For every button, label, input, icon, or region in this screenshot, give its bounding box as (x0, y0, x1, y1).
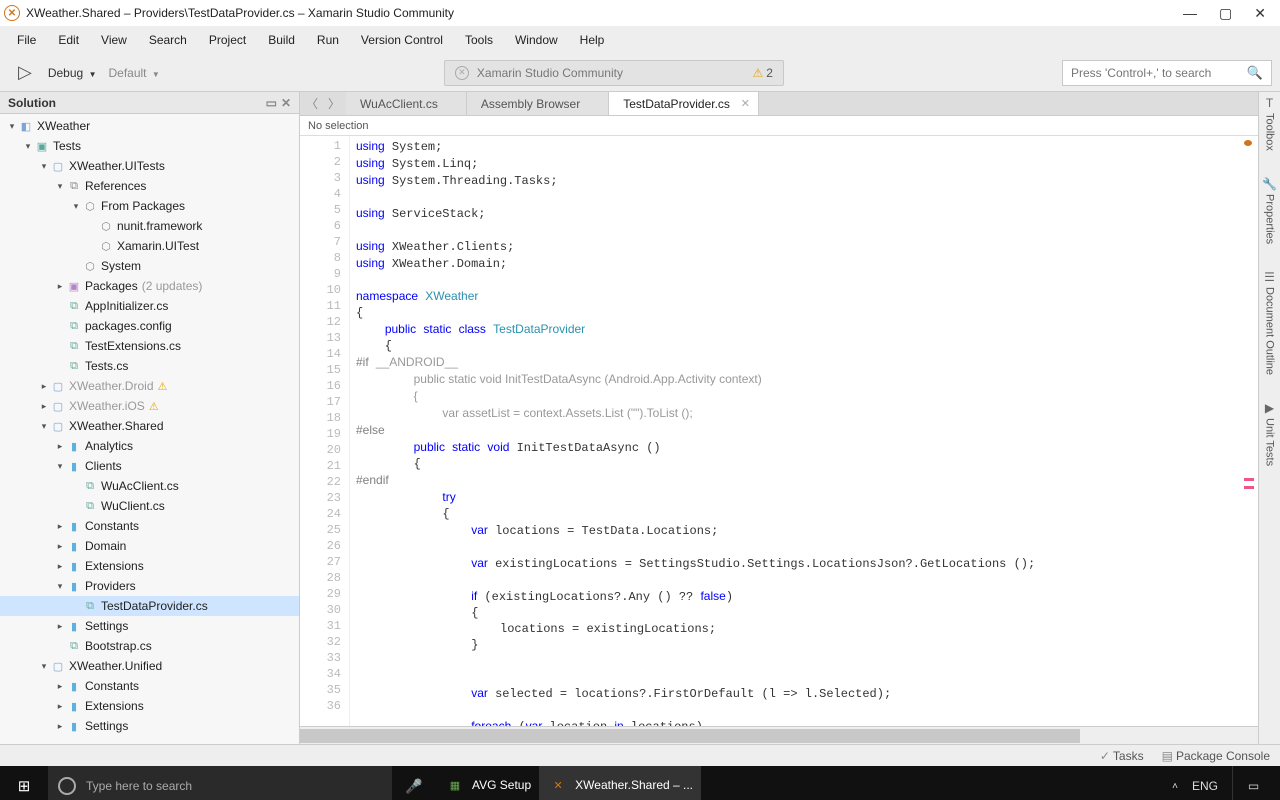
tree-node[interactable]: ▾▢XWeather.Shared (0, 416, 299, 436)
pane-close-icon[interactable]: ✕ (281, 96, 291, 110)
tree-node[interactable]: ⬡nunit.framework (0, 216, 299, 236)
tree-node[interactable]: ▸▮Extensions (0, 696, 299, 716)
tree-node[interactable]: ⧉WuClient.cs (0, 496, 299, 516)
menu-run[interactable]: Run (308, 30, 348, 50)
tree-node[interactable]: ⬡Xamarin.UITest (0, 236, 299, 256)
menu-view[interactable]: View (92, 30, 136, 50)
tree-node[interactable]: ▸▮Constants (0, 516, 299, 536)
tree-node[interactable]: ⧉TestExtensions.cs (0, 336, 299, 356)
close-button[interactable]: ✕ (1254, 5, 1266, 22)
minimize-button[interactable]: — (1183, 5, 1197, 22)
toolbar: ▷ Debug ▼ Default ▼ ✕ Xamarin Studio Com… (0, 54, 1280, 92)
tree-node[interactable]: ⧉AppInitializer.cs (0, 296, 299, 316)
menu-window[interactable]: Window (506, 30, 567, 50)
window-title: XWeather.Shared – Providers\TestDataProv… (26, 6, 454, 20)
cortana-icon (58, 777, 76, 795)
statusbar: ✓Tasks ▤Package Console (0, 744, 1280, 766)
taskbar-item[interactable]: ✕XWeather.Shared – ... (539, 766, 701, 800)
editor-area: 〈 〉 WuAcClient.csAssembly BrowserTestDat… (300, 92, 1280, 744)
lang-indicator[interactable]: ENG (1192, 779, 1218, 793)
warning-icon: ⚠ (752, 66, 763, 80)
tree-node[interactable]: ▾▢XWeather.Unified (0, 656, 299, 676)
solution-header: Solution ▭✕ (0, 92, 299, 114)
menu-help[interactable]: Help (571, 30, 614, 50)
tree-node[interactable]: ▾◧XWeather (0, 116, 299, 136)
tree-node[interactable]: ▾⧉References (0, 176, 299, 196)
solution-tree[interactable]: ▾◧XWeather▾▣Tests▾▢XWeather.UITests▾⧉Ref… (0, 114, 299, 744)
target-dropdown[interactable]: Default ▼ (102, 63, 165, 83)
line-gutter: 1234567891011121314151617181920212223242… (300, 136, 350, 726)
breadcrumb[interactable]: No selection (300, 116, 1280, 136)
tree-node[interactable]: ▾▢XWeather.UITests (0, 156, 299, 176)
tree-node[interactable]: ▾⬡From Packages (0, 196, 299, 216)
menu-version-control[interactable]: Version Control (352, 30, 452, 50)
tree-node[interactable]: ⧉WuAcClient.cs (0, 476, 299, 496)
tree-node[interactable]: ▸▢XWeather.iOS⚠ (0, 396, 299, 416)
tasks-button[interactable]: ✓Tasks (1100, 749, 1144, 763)
tree-node[interactable]: ▾▮Providers (0, 576, 299, 596)
dock-tab-unit-tests[interactable]: Unit Tests (1264, 418, 1276, 466)
minimap[interactable] (1244, 138, 1254, 718)
titlebar: ✕ XWeather.Shared – Providers\TestDataPr… (0, 0, 1280, 26)
solution-pane: Solution ▭✕ ▾◧XWeather▾▣Tests▾▢XWeather.… (0, 92, 300, 744)
config-dropdown[interactable]: Debug ▼ (42, 63, 103, 83)
menu-edit[interactable]: Edit (49, 30, 88, 50)
tree-node[interactable]: ▾▣Tests (0, 136, 299, 156)
right-dock-tabs: TToolbox🔧Properties☰Document Outline▶Uni… (1258, 92, 1280, 744)
tab-close-icon[interactable]: ✕ (741, 97, 750, 110)
app-icon: ✕ (4, 5, 20, 21)
menubar: FileEditViewSearchProjectBuildRunVersion… (0, 26, 1280, 54)
nav-fwd-icon[interactable]: 〉 (328, 95, 340, 112)
tree-node[interactable]: ▸▢XWeather.Droid⚠ (0, 376, 299, 396)
windows-taskbar: ⊞ Type here to search 🎤 ▦AVG Setup✕XWeat… (0, 766, 1280, 800)
global-search[interactable]: 🔍 (1062, 60, 1272, 86)
notifications-icon[interactable]: ▭ (1232, 766, 1274, 800)
start-button[interactable]: ⊞ (0, 777, 48, 795)
tree-node[interactable]: ▸▮Constants (0, 676, 299, 696)
pane-undock-icon[interactable]: ▭ (266, 96, 277, 110)
mic-icon[interactable]: 🎤 (392, 778, 436, 795)
search-input[interactable] (1071, 66, 1247, 80)
taskbar-search[interactable]: Type here to search (48, 766, 392, 800)
editor-tab[interactable]: TestDataProvider.cs✕ (609, 92, 759, 115)
menu-project[interactable]: Project (200, 30, 255, 50)
status-center[interactable]: ✕ Xamarin Studio Community ⚠ 2 (444, 60, 784, 86)
tree-node[interactable]: ⧉Tests.cs (0, 356, 299, 376)
code-editor[interactable]: using System; using System.Linq; using S… (350, 136, 1280, 726)
h-scrollbar[interactable]: ▶ (300, 726, 1280, 744)
tree-node[interactable]: ⧉packages.config (0, 316, 299, 336)
tray-overflow-icon[interactable]: ˄ (1172, 781, 1178, 792)
maximize-button[interactable]: ▢ (1219, 5, 1232, 22)
taskbar-item[interactable]: ▦AVG Setup (436, 766, 539, 800)
tree-node[interactable]: ▸▮Settings (0, 616, 299, 636)
tree-node[interactable]: ⧉Bootstrap.cs (0, 636, 299, 656)
xamarin-icon: ✕ (455, 66, 469, 80)
search-icon: 🔍 (1247, 65, 1263, 81)
tree-node[interactable]: ▾▮Clients (0, 456, 299, 476)
tree-node[interactable]: ▸▮Analytics (0, 436, 299, 456)
tree-node[interactable]: ▸▮Extensions (0, 556, 299, 576)
dock-tab-properties[interactable]: Properties (1263, 194, 1275, 244)
package-console-button[interactable]: ▤Package Console (1162, 749, 1270, 763)
menu-search[interactable]: Search (140, 30, 196, 50)
menu-build[interactable]: Build (259, 30, 304, 50)
nav-back-icon[interactable]: 〈 (306, 95, 318, 112)
tree-node[interactable]: ⬡System (0, 256, 299, 276)
menu-tools[interactable]: Tools (456, 30, 502, 50)
editor-tab[interactable]: WuAcClient.cs (346, 92, 467, 115)
dock-tab-toolbox[interactable]: Toolbox (1264, 113, 1276, 151)
run-button[interactable]: ▷ (8, 62, 42, 83)
editor-tab[interactable]: Assembly Browser (467, 92, 609, 115)
menu-file[interactable]: File (8, 30, 45, 50)
tree-node[interactable]: ▸▮Settings (0, 716, 299, 736)
tab-row: 〈 〉 WuAcClient.csAssembly BrowserTestDat… (300, 92, 1280, 116)
tree-node[interactable]: ▸▣Packages (2 updates) (0, 276, 299, 296)
tree-node[interactable]: ▸▮Domain (0, 536, 299, 556)
tree-node[interactable]: ⧉TestDataProvider.cs (0, 596, 299, 616)
dock-tab-document-outline[interactable]: Document Outline (1264, 287, 1276, 375)
